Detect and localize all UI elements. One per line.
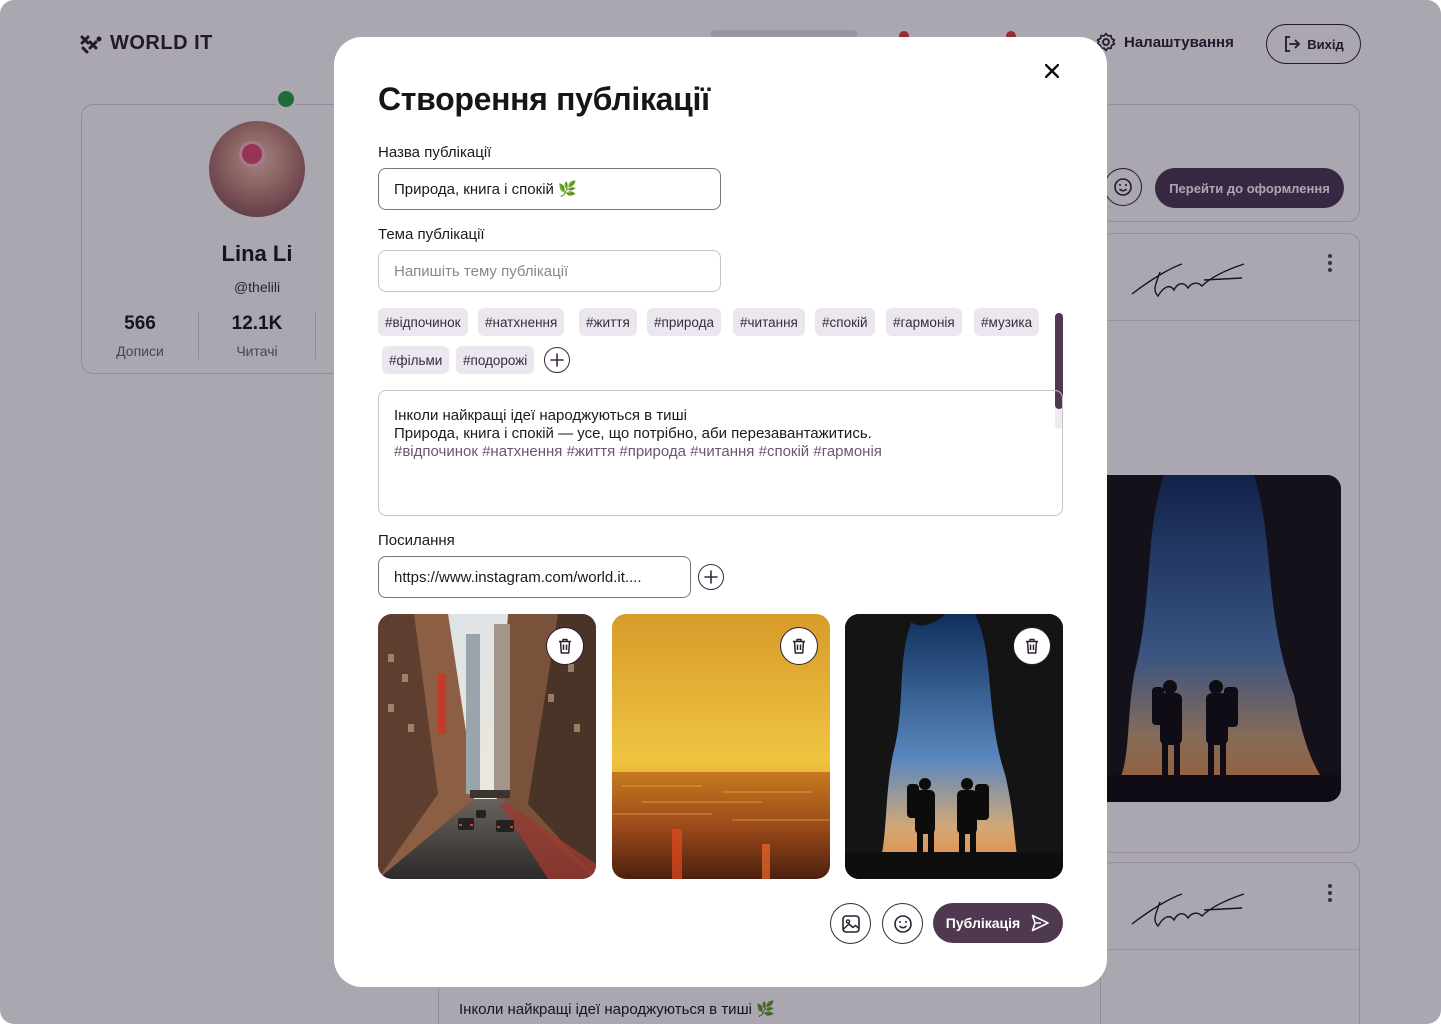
link-input[interactable]: https://www.instagram.com/world.it.... <box>378 556 691 598</box>
send-icon <box>1031 914 1049 932</box>
body-line: Природа, книга і спокій — усе, що потріб… <box>394 425 872 442</box>
delete-photo-button[interactable] <box>780 627 818 665</box>
post-name-input[interactable]: Природа, книга і спокій 🌿 <box>378 168 721 210</box>
tag-chip[interactable]: #спокій <box>815 308 875 336</box>
link-label: Посилання <box>378 532 455 549</box>
close-icon <box>1045 64 1059 78</box>
delete-photo-button[interactable] <box>546 627 584 665</box>
delete-photo-button[interactable] <box>1013 627 1051 665</box>
emoji-button[interactable] <box>882 903 923 944</box>
smile-icon <box>893 914 912 933</box>
photo-gallery <box>378 614 1063 879</box>
trash-icon <box>793 638 805 654</box>
name-label: Назва публікації <box>378 144 492 161</box>
tag-chip[interactable]: #читання <box>733 308 805 336</box>
tag-chip[interactable]: #життя <box>579 308 637 336</box>
image-icon <box>841 914 860 933</box>
tag-chip[interactable]: #музика <box>974 308 1040 336</box>
add-tag-button[interactable] <box>544 347 570 373</box>
photo-hikers-cave[interactable] <box>845 614 1063 879</box>
publish-button[interactable]: Публікація <box>933 903 1063 943</box>
post-body-textarea[interactable]: Інколи найкращі ідеї народжуються в тиші… <box>378 390 1063 516</box>
create-post-modal: Створення публікації Назва публікації Пр… <box>334 37 1107 987</box>
body-line: Інколи найкращі ідеї народжуються в тиші <box>394 407 687 424</box>
tag-chip[interactable]: #подорожі <box>456 346 535 374</box>
post-topic-input[interactable]: Напишіть тему публікації <box>378 250 721 292</box>
trash-icon <box>1026 638 1038 654</box>
trash-icon <box>559 638 571 654</box>
body-hashtags: #відпочинок #натхнення #життя #природа #… <box>394 443 882 460</box>
plus-icon <box>550 353 564 367</box>
tag-chip[interactable]: #відпочинок <box>378 308 468 336</box>
tag-chip[interactable]: #фільми <box>382 346 450 374</box>
tag-chip[interactable]: #гармонія <box>886 308 962 336</box>
add-image-button[interactable] <box>830 903 871 944</box>
tag-chip[interactable]: #природа <box>647 308 721 336</box>
plus-icon <box>704 570 718 584</box>
publish-label: Публікація <box>945 915 1021 931</box>
add-link-button[interactable] <box>698 564 724 590</box>
tag-chip[interactable]: #натхнення <box>478 308 565 336</box>
photo-sunset-sea[interactable] <box>612 614 830 879</box>
close-button[interactable] <box>1040 59 1064 83</box>
modal-title: Створення публікації <box>378 81 710 117</box>
photo-city-street[interactable] <box>378 614 596 879</box>
topic-label: Тема публікації <box>378 226 485 243</box>
